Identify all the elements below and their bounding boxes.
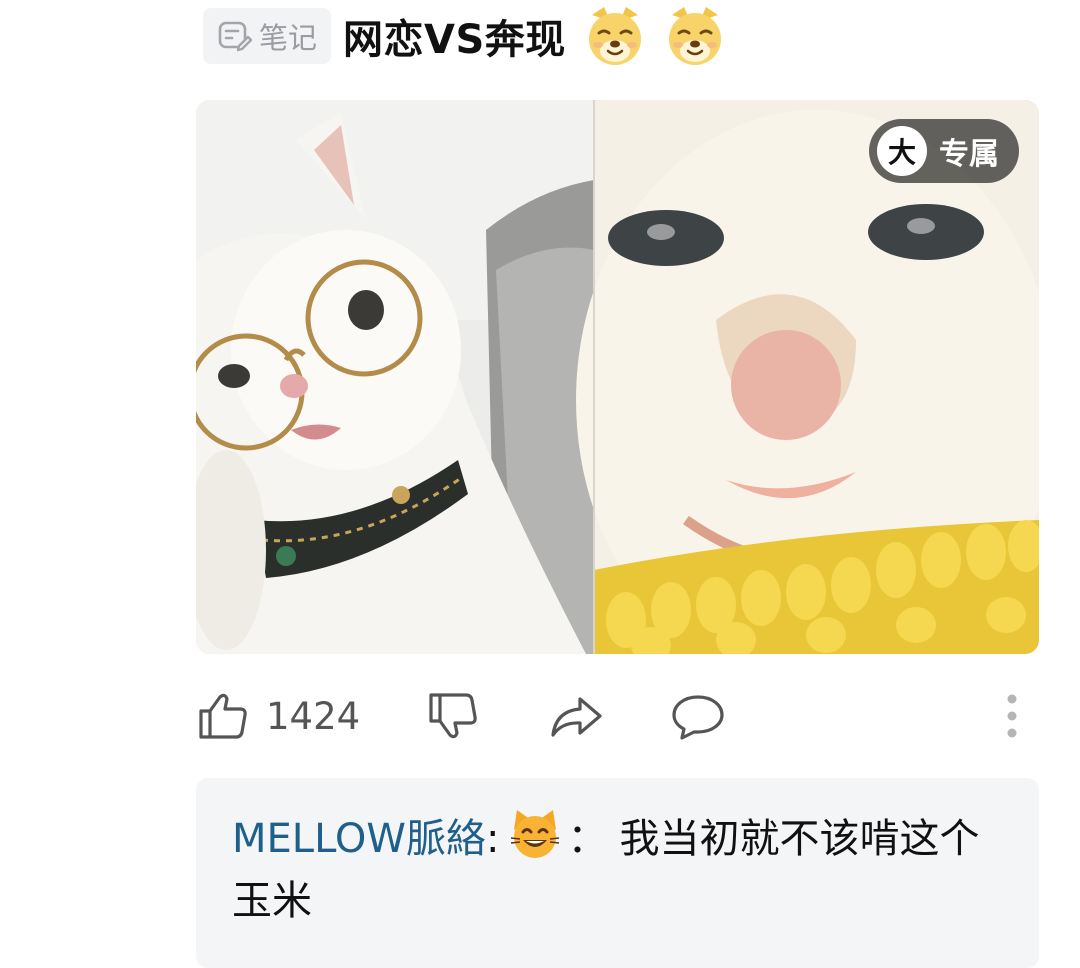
post-header: 笔记 网恋VS奔现 xyxy=(203,6,726,66)
dislike-button[interactable] xyxy=(426,686,480,746)
thumbs-up-icon xyxy=(196,689,250,743)
grinning-cat-emoji xyxy=(509,808,561,860)
comment-button[interactable] xyxy=(670,686,726,746)
badge-label: 专属 xyxy=(939,137,999,172)
exclusive-badge[interactable]: 大 专属 xyxy=(869,119,1019,183)
like-count: 1424 xyxy=(266,694,361,738)
comment-preview[interactable]: MELLOW脈絡: ：我当初就不该啃这个玉米 xyxy=(196,778,1039,968)
post-title: 网恋VS奔现 xyxy=(343,17,566,63)
comment-author-link[interactable]: MELLOW脈絡 xyxy=(232,816,486,862)
comment-separator: : xyxy=(485,816,500,862)
comment-quote-separator: ： xyxy=(567,816,608,862)
speech-bubble-icon xyxy=(670,689,726,743)
note-tag-label: 笔记 xyxy=(259,21,318,55)
post-image[interactable]: 大 专属 xyxy=(196,100,1039,654)
share-button[interactable] xyxy=(548,686,604,746)
note-icon xyxy=(217,18,253,54)
action-bar: 1424 xyxy=(196,686,1039,746)
note-tag[interactable]: 笔记 xyxy=(203,8,332,64)
thumbs-down-icon xyxy=(426,689,480,743)
share-icon xyxy=(548,689,604,743)
like-button[interactable]: 1424 xyxy=(196,686,360,746)
doge-emoji xyxy=(584,5,646,67)
more-options-button[interactable] xyxy=(1002,686,1022,746)
comment-text: MELLOW脈絡: ：我当初就不该啃这个玉米 xyxy=(232,808,1002,932)
vertical-dots-icon xyxy=(1002,689,1022,743)
cat-with-glasses-photo xyxy=(196,100,594,654)
doge-emoji xyxy=(664,5,726,67)
badge-icon: 大 xyxy=(877,126,927,176)
cat-eating-corn-photo xyxy=(576,100,1039,654)
